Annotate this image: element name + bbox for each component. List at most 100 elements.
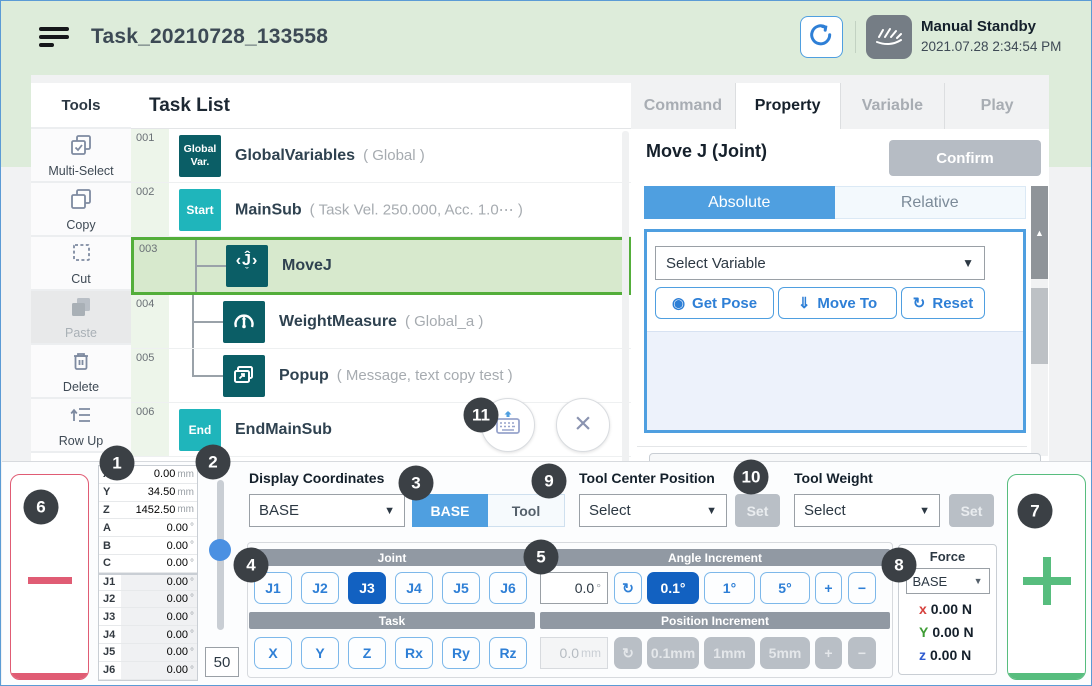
- task-row-movej[interactable]: 003‹Ĵ›ˇMoveJ: [131, 237, 631, 295]
- command-name-text: MoveJ: [282, 257, 332, 274]
- tool-delete[interactable]: Delete: [31, 345, 131, 399]
- mode-tab-absolute[interactable]: Absolute: [644, 186, 835, 219]
- pose-unit: °: [190, 647, 194, 658]
- jog-axis-j3[interactable]: J3: [348, 572, 386, 604]
- chevron-down-icon: ▼: [919, 505, 930, 517]
- task-row-globalvariables[interactable]: 001GlobalVar.GlobalVariables( Global ): [131, 129, 631, 183]
- reset-button[interactable]: ↻Reset: [901, 287, 985, 319]
- tool-weight-select[interactable]: Select ▼: [794, 494, 940, 527]
- task-row-weightmeasure[interactable]: 004 WeightMeasure( Global_a ): [131, 295, 631, 349]
- pose-value-cell: 34.50mm: [121, 484, 197, 501]
- variable-select[interactable]: Select Variable ▼: [655, 246, 985, 280]
- increment-preset-1-[interactable]: 1°: [704, 572, 755, 604]
- jog-axis-z[interactable]: Z: [348, 637, 386, 669]
- section-divider: [637, 446, 1027, 447]
- pose-row-j6: J60.00°: [99, 662, 197, 680]
- tool-multi-select[interactable]: Multi-Select: [31, 129, 131, 183]
- increment-preset-1mm: 1mm: [704, 637, 755, 669]
- tool-weight-set-button[interactable]: Set: [949, 494, 994, 527]
- jog-axis-rx[interactable]: Rx: [395, 637, 433, 669]
- scroll-up-button[interactable]: ▲: [1031, 186, 1048, 279]
- pose-row-j1: J10.00°: [99, 573, 197, 591]
- pose-value: 0.00: [167, 593, 188, 605]
- row-number: 004: [136, 298, 154, 310]
- command-name: WeightMeasure( Global_a ): [279, 313, 483, 331]
- manual-mode-button[interactable]: [866, 15, 912, 59]
- task-row-mainsub[interactable]: 002StartMainSub( Task Vel. 250.000, Acc.…: [131, 183, 631, 237]
- force-frame-select[interactable]: BASE ▼: [906, 568, 990, 594]
- minus-icon: [28, 577, 72, 584]
- jog-panel-angle-increment-input[interactable]: 0.0°: [540, 572, 608, 604]
- close-jog-button[interactable]: ×: [556, 398, 610, 452]
- status-timestamp: 2021.07.28 2:34:54 PM: [921, 39, 1061, 54]
- jog-axis-rz[interactable]: Rz: [489, 637, 527, 669]
- jog-axis-y[interactable]: Y: [301, 637, 339, 669]
- start-icon: Start: [179, 189, 221, 231]
- force-value: 0.00 N: [930, 647, 971, 663]
- tcp-set-button[interactable]: Set: [735, 494, 780, 527]
- jog-axis-j5[interactable]: J5: [442, 572, 480, 604]
- command-name: MainSub( Task Vel. 250.000, Acc. 1.0⋯ ): [235, 200, 523, 219]
- pose-unit: °: [190, 593, 194, 604]
- frame-toggle-tool[interactable]: Tool: [488, 494, 565, 527]
- pose-value-cell: 0.00°: [121, 626, 197, 643]
- pose-axis-label: J6: [99, 664, 121, 676]
- tool-label: Cut: [71, 272, 90, 286]
- jog-axis-j2[interactable]: J2: [301, 572, 339, 604]
- badge-line: Var.: [191, 156, 210, 168]
- pose-value-cell: 0.00°: [121, 662, 197, 679]
- confirm-button[interactable]: Confirm: [889, 140, 1041, 176]
- tab-command[interactable]: Command: [631, 83, 736, 129]
- command-name-text: MainSub: [235, 201, 302, 218]
- jog-axis-ry[interactable]: Ry: [442, 637, 480, 669]
- joint-values-zone: [647, 331, 1023, 430]
- get-pose-button[interactable]: ◉Get Pose: [655, 287, 774, 319]
- command-name: EndMainSub: [235, 421, 332, 439]
- pose-unit: °: [190, 665, 194, 676]
- display-coordinates-value: BASE: [259, 502, 299, 519]
- tool-label: Row Up: [59, 434, 103, 448]
- menu-icon[interactable]: [39, 27, 69, 49]
- increment-plus-button[interactable]: +: [815, 572, 842, 604]
- copy-icon: [69, 187, 93, 216]
- tool-copy[interactable]: Copy: [31, 183, 131, 237]
- cockpit-button[interactable]: [800, 16, 843, 58]
- increment-preset-0-1-[interactable]: 0.1°: [647, 572, 699, 604]
- jog-axis-j6[interactable]: J6: [489, 572, 527, 604]
- close-icon: ×: [574, 409, 592, 439]
- callout-1: 1: [100, 446, 135, 481]
- speed-slider-thumb[interactable]: [209, 539, 231, 561]
- callout-10: 10: [734, 460, 769, 495]
- increment-preset-0-1mm: 0.1mm: [647, 637, 699, 669]
- callout-2: 2: [196, 445, 231, 480]
- force-value: 0.00 N: [932, 624, 973, 640]
- scrollbar-thumb[interactable]: [1031, 288, 1048, 364]
- jog-axis-x[interactable]: X: [254, 637, 292, 669]
- tab-play[interactable]: Play: [945, 83, 1049, 129]
- mode-tab-relative[interactable]: Relative: [835, 186, 1027, 219]
- tool-cut[interactable]: Cut: [31, 237, 131, 291]
- tab-property[interactable]: Property: [736, 83, 841, 129]
- tcp-select[interactable]: Select ▼: [579, 494, 727, 527]
- increment-minus-button[interactable]: −: [848, 572, 876, 604]
- pose-unit: mm: [177, 487, 194, 498]
- left-margin: [1, 75, 31, 167]
- tree-line: [192, 349, 194, 376]
- increment-preset-5-[interactable]: 5°: [760, 572, 810, 604]
- task-list-title: Task List: [131, 83, 631, 129]
- variable-select-value: Select Variable: [666, 255, 766, 272]
- move-to-button[interactable]: ⇓Move To: [778, 287, 897, 319]
- command-note: ( Global_a ): [405, 313, 483, 330]
- panel-scrollbar[interactable]: ▲: [1031, 186, 1048, 456]
- gauge-icon: [223, 301, 265, 343]
- jog-axis-j4[interactable]: J4: [395, 572, 433, 604]
- pose-row-a: A0.00°: [99, 519, 197, 537]
- frame-toggle-base[interactable]: BASE: [412, 494, 488, 527]
- badge-line: Global: [184, 143, 217, 155]
- task-row-popup[interactable]: 005Popup( Message, text copy test ): [131, 349, 631, 403]
- pose-axis-label: J4: [99, 629, 121, 641]
- reset-increment-button[interactable]: ↻: [614, 572, 642, 604]
- tab-variable[interactable]: Variable: [841, 83, 946, 129]
- display-coordinates-select[interactable]: BASE ▼: [249, 494, 405, 527]
- pose-unit: °: [190, 540, 194, 551]
